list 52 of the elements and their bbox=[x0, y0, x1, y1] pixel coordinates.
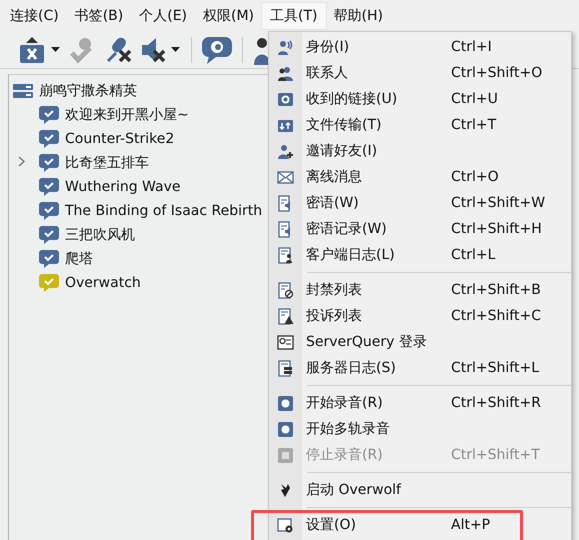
menu-item[interactable]: 密语记录(W) Ctrl+Shift+H bbox=[269, 216, 571, 242]
record-icon bbox=[277, 394, 294, 412]
menu-item[interactable]: 离线消息 Ctrl+O bbox=[269, 164, 571, 190]
channel-name[interactable]: 爬塔 bbox=[65, 250, 93, 268]
expand-chevron-icon[interactable] bbox=[18, 156, 25, 167]
menu-item[interactable]: 开始录音(R) Ctrl+Shift+R bbox=[269, 390, 571, 416]
channel-name[interactable]: 三把吹风机 bbox=[65, 226, 135, 244]
disconnect-icon[interactable] bbox=[18, 35, 62, 65]
menu-item[interactable]: 个人(E) bbox=[131, 3, 196, 29]
server-log-icon bbox=[277, 360, 294, 376]
menu-item[interactable]: 设置(O) Alt+P bbox=[269, 512, 571, 538]
channel-name[interactable]: Wuthering Wave bbox=[65, 179, 180, 195]
warning-list-icon bbox=[277, 308, 294, 324]
people-icon bbox=[277, 64, 294, 82]
mute-speaker-icon[interactable] bbox=[140, 35, 182, 65]
menu-item[interactable]: 文件传输(T) Ctrl+T bbox=[269, 112, 571, 138]
menu-item[interactable]: 权限(M) bbox=[195, 3, 262, 29]
server-name[interactable]: 崩鸣守撒杀精英 bbox=[39, 82, 137, 100]
server-icon bbox=[13, 83, 33, 99]
menu-item[interactable]: 身份(I) Ctrl+I bbox=[269, 34, 571, 60]
channel-name[interactable]: Overwatch bbox=[65, 275, 141, 291]
menu-item[interactable]: 连接(C) bbox=[2, 3, 67, 29]
settings-icon bbox=[277, 516, 294, 534]
menu-item[interactable]: 邀请好友(I) bbox=[269, 138, 571, 164]
menu-item[interactable]: 启动 Overwolf bbox=[269, 477, 571, 503]
people-icon[interactable] bbox=[252, 35, 268, 65]
channel-name[interactable]: 比奇堡五排车 bbox=[65, 154, 149, 172]
channel-name[interactable]: 欢迎来到开黑小屋~ bbox=[65, 106, 189, 124]
menu-item[interactable]: 封禁列表 Ctrl+Shift+B bbox=[269, 277, 571, 303]
stop-icon bbox=[277, 446, 294, 464]
menu-item[interactable]: 工具(T) bbox=[262, 3, 326, 29]
people-icon bbox=[277, 38, 294, 56]
menu-item[interactable]: 联系人 Ctrl+Shift+O bbox=[269, 60, 571, 86]
menu-item[interactable]: 服务器日志(S) Ctrl+Shift+L bbox=[269, 355, 571, 381]
query-icon bbox=[277, 334, 294, 350]
menu-item[interactable]: 收到的链接(U) Ctrl+U bbox=[269, 86, 571, 112]
menu-item[interactable]: 开始多轨录音 bbox=[269, 416, 571, 442]
menu-item[interactable]: 投诉列表 Ctrl+Shift+C bbox=[269, 303, 571, 329]
menu-item[interactable]: 密语(W) Ctrl+Shift+W bbox=[269, 190, 571, 216]
ban-list-icon bbox=[277, 282, 294, 298]
add-user-icon bbox=[277, 142, 294, 160]
user-log-icon bbox=[277, 246, 294, 264]
channel-name[interactable]: The Binding of Isaac Rebirth bbox=[65, 203, 262, 219]
record-icon bbox=[277, 420, 294, 438]
mail-icon bbox=[277, 168, 294, 186]
mute-mic-icon[interactable] bbox=[104, 35, 134, 65]
chat-bubble-icon[interactable] bbox=[201, 35, 233, 65]
menu-item[interactable]: 客户端日志(L) Ctrl+L bbox=[269, 242, 571, 268]
menu-item[interactable]: ServerQuery 登录 bbox=[269, 329, 571, 355]
channel-name[interactable]: Counter-Strike2 bbox=[65, 131, 174, 147]
menu-item[interactable]: 书签(B) bbox=[66, 3, 132, 29]
menu-item[interactable]: 帮助(H) bbox=[326, 3, 391, 29]
